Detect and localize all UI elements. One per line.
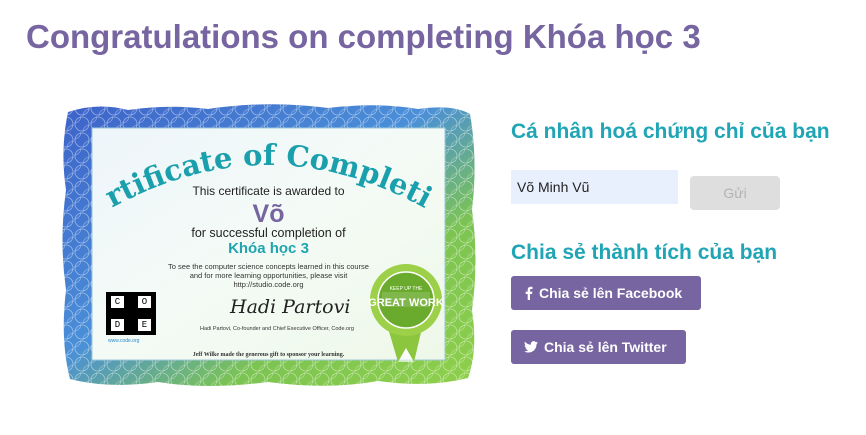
- share-twitter-button[interactable]: Chia sẻ lên Twitter: [511, 330, 686, 364]
- signature: Hadi Partovi: [230, 296, 351, 318]
- facebook-icon: [525, 286, 533, 300]
- facebook-button-label: Chia sẻ lên Facebook: [539, 285, 683, 301]
- code-org-logo: C O D E: [106, 292, 156, 335]
- signer-caption: Hadi Partovi, Co-founder and Chief Execu…: [200, 326, 354, 332]
- logo-letter: C: [111, 296, 124, 308]
- sponsor-text: Jeff Wilke made the generous gift to spo…: [192, 352, 345, 358]
- certificate-image: Certificate of Completion KEEP UP THE GR…: [58, 100, 479, 390]
- certificate-course-name: Khóa học 3: [228, 240, 309, 257]
- name-input[interactable]: [511, 170, 678, 204]
- personalize-heading: Cá nhân hoá chứng chỉ của bạn: [511, 120, 830, 143]
- logo-letter: O: [138, 296, 151, 308]
- share-heading: Chia sẻ thành tích của bạn: [511, 241, 778, 264]
- certificate-info-line: http://studio.code.org: [233, 280, 304, 289]
- logo-letter: E: [138, 319, 151, 331]
- code-org-url: www.code.org: [108, 338, 140, 344]
- certificate-awarded-text: This certificate is awarded to: [192, 184, 345, 198]
- badge-main-text: GREAT WORK: [368, 297, 444, 309]
- submit-button[interactable]: Gửi: [690, 176, 780, 210]
- twitter-button-label: Chia sẻ lên Twitter: [544, 339, 667, 355]
- twitter-icon: [524, 341, 538, 353]
- logo-letter: D: [111, 319, 124, 331]
- certificate-info-line: and for more learning opportunities, ple…: [189, 271, 348, 280]
- certificate-recipient: Võ: [252, 200, 285, 228]
- share-facebook-button[interactable]: Chia sẻ lên Facebook: [511, 276, 701, 310]
- certificate-info-line: To see the computer science concepts lea…: [168, 262, 369, 271]
- certificate-completion-text: for successful completion of: [191, 226, 346, 240]
- page-title: Congratulations on completing Khóa học 3: [26, 18, 701, 55]
